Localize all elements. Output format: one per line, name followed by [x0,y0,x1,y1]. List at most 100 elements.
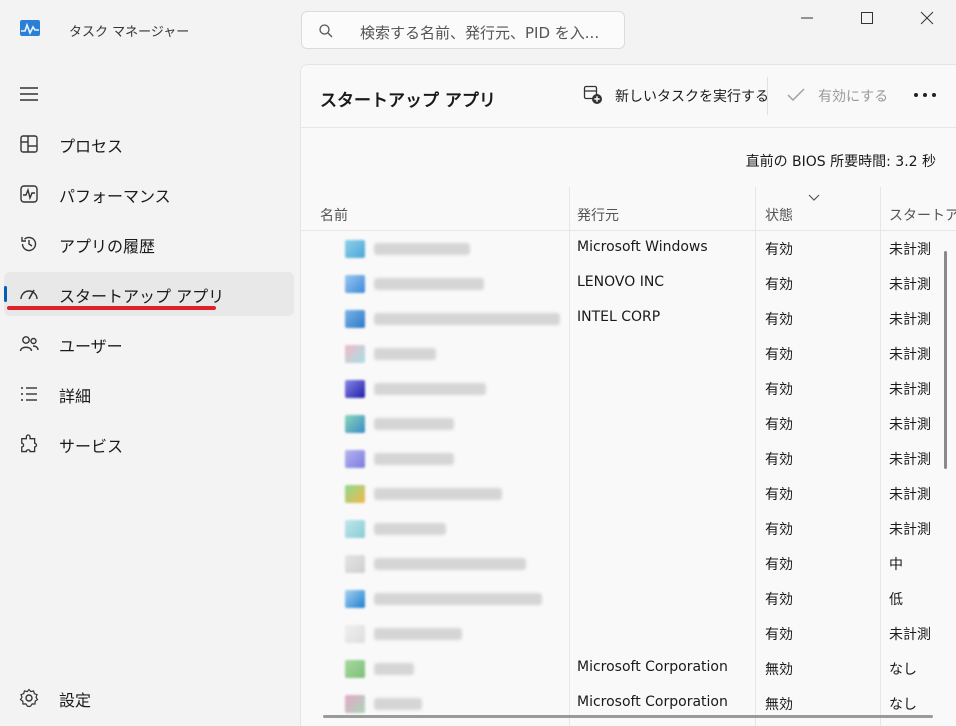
sidebar-item-performance[interactable]: パフォーマンス [4,172,294,216]
column-header-name[interactable]: 名前 [320,205,348,225]
minimize-icon [801,17,813,19]
sort-chevron-down-icon [808,194,820,201]
app-name-redacted [374,278,484,290]
gear-icon [19,688,39,708]
app-name-redacted [374,313,560,325]
app-title: タスク マネージャー [69,25,190,40]
table-row[interactable]: Microsoft Corporation 無効 なし [301,651,956,686]
more-options-icon[interactable] [913,91,937,99]
app-icon [345,415,365,433]
hamburger-icon[interactable] [19,84,39,104]
publisher-cell: INTEL CORP [577,309,661,325]
column-header-startup-impact[interactable]: スタートアップ [889,205,956,225]
impact-cell: 未計測 [889,487,931,503]
table-row[interactable]: 有効 中 [301,546,956,581]
app-name-redacted [374,348,436,360]
table-row[interactable]: 有効 未計測 [301,371,956,406]
table-row[interactable]: 有効 未計測 [301,616,956,651]
app-icon [345,275,365,293]
sidebar-item-details[interactable]: 詳細 [4,372,294,416]
maximize-icon [861,12,873,24]
settings-button[interactable]: 設定 [4,676,294,720]
table-row[interactable]: 有効 未計測 [301,441,956,476]
status-cell: 有効 [765,522,793,538]
app-icon [345,310,365,328]
app-name-redacted [374,628,462,640]
status-cell: 有効 [765,487,793,503]
impact-cell: 未計測 [889,382,931,398]
sidebar-item-label: パフォーマンス [59,187,171,206]
publisher-cell: Microsoft Windows [577,239,708,255]
panel-header: スタートアップ アプリ 新しいタスクを実行する 有効にする [301,65,956,128]
app-name-redacted [374,593,542,605]
app-name-redacted [374,488,502,500]
app-name-redacted [374,663,414,675]
highlight-underline [7,306,216,310]
app-icon [345,555,365,573]
minimize-button[interactable] [787,4,827,32]
impact-cell: 低 [889,592,903,608]
enable-label: 有効にする [818,89,889,105]
checkmark-icon [787,88,805,102]
impact-cell: なし [889,662,917,678]
column-header-publisher[interactable]: 発行元 [577,205,619,225]
app-name-redacted [374,383,486,395]
sidebar-item-label: サービス [59,437,124,456]
bios-time: 直前の BIOS 所要時間: 3.2 秒 [745,154,936,170]
table-row[interactable]: 有効 未計測 [301,406,956,441]
sidebar-item-label: 詳細 [59,387,92,406]
status-cell: 有効 [765,627,793,643]
status-cell: 有効 [765,452,793,468]
sidebar-item-app-history[interactable]: アプリの履歴 [4,222,294,266]
impact-cell: 未計測 [889,312,931,328]
new-task-icon [583,85,602,104]
services-puzzle-icon [21,434,38,453]
close-icon [920,11,934,25]
table-row[interactable]: 有効 未計測 [301,511,956,546]
status-cell: 有効 [765,557,793,573]
details-list-icon [21,387,37,401]
table-row[interactable]: 有効 未計測 [301,336,956,371]
close-button[interactable] [907,4,947,32]
app-icon [345,345,365,363]
task-manager-icon [20,20,40,36]
sidebar-item-users[interactable]: ユーザー [4,322,294,366]
maximize-button[interactable] [847,4,887,32]
status-cell: 有効 [765,382,793,398]
status-cell: 有効 [765,312,793,328]
vertical-scrollbar[interactable] [944,251,947,469]
status-cell: 無効 [765,697,793,713]
table-row[interactable]: INTEL CORP 有効 未計測 [301,301,956,336]
impact-cell: 未計測 [889,522,931,538]
horizontal-scrollbar[interactable] [323,715,933,718]
sidebar-item-processes[interactable]: プロセス [4,122,294,166]
search-placeholder: 検索する名前、発行元、PID を入... [360,24,600,42]
impact-cell: なし [889,697,917,713]
sidebar-item-label: スタートアップ アプリ [59,287,225,306]
processes-icon [20,135,38,153]
app-icon [345,660,365,678]
status-cell: 有効 [765,277,793,293]
new-task-label: 新しいタスクを実行する [615,89,769,105]
status-cell: 有効 [765,347,793,363]
sidebar-item-services[interactable]: サービス [4,422,294,466]
users-icon [19,336,39,352]
app-name-redacted [374,418,454,430]
status-cell: 有効 [765,417,793,433]
search-box[interactable]: 検索する名前、発行元、PID を入... [301,11,625,49]
table-row[interactable]: LENOVO INC 有効 未計測 [301,266,956,301]
table-row[interactable]: Microsoft Windows 有効 未計測 [301,231,956,266]
table-row[interactable]: 有効 低 [301,581,956,616]
sidebar-item-label: アプリの履歴 [59,237,156,256]
settings-label: 設定 [59,691,92,710]
search-icon [319,24,333,38]
impact-cell: 未計測 [889,452,931,468]
column-header-status[interactable]: 状態 [765,205,793,225]
table-row[interactable]: 有効 未計測 [301,476,956,511]
status-cell: 無効 [765,662,793,678]
app-icon [345,450,365,468]
publisher-cell: Microsoft Corporation [577,659,728,675]
page-title: スタートアップ アプリ [320,91,496,111]
app-icon [345,240,365,258]
app-name-redacted [374,243,470,255]
